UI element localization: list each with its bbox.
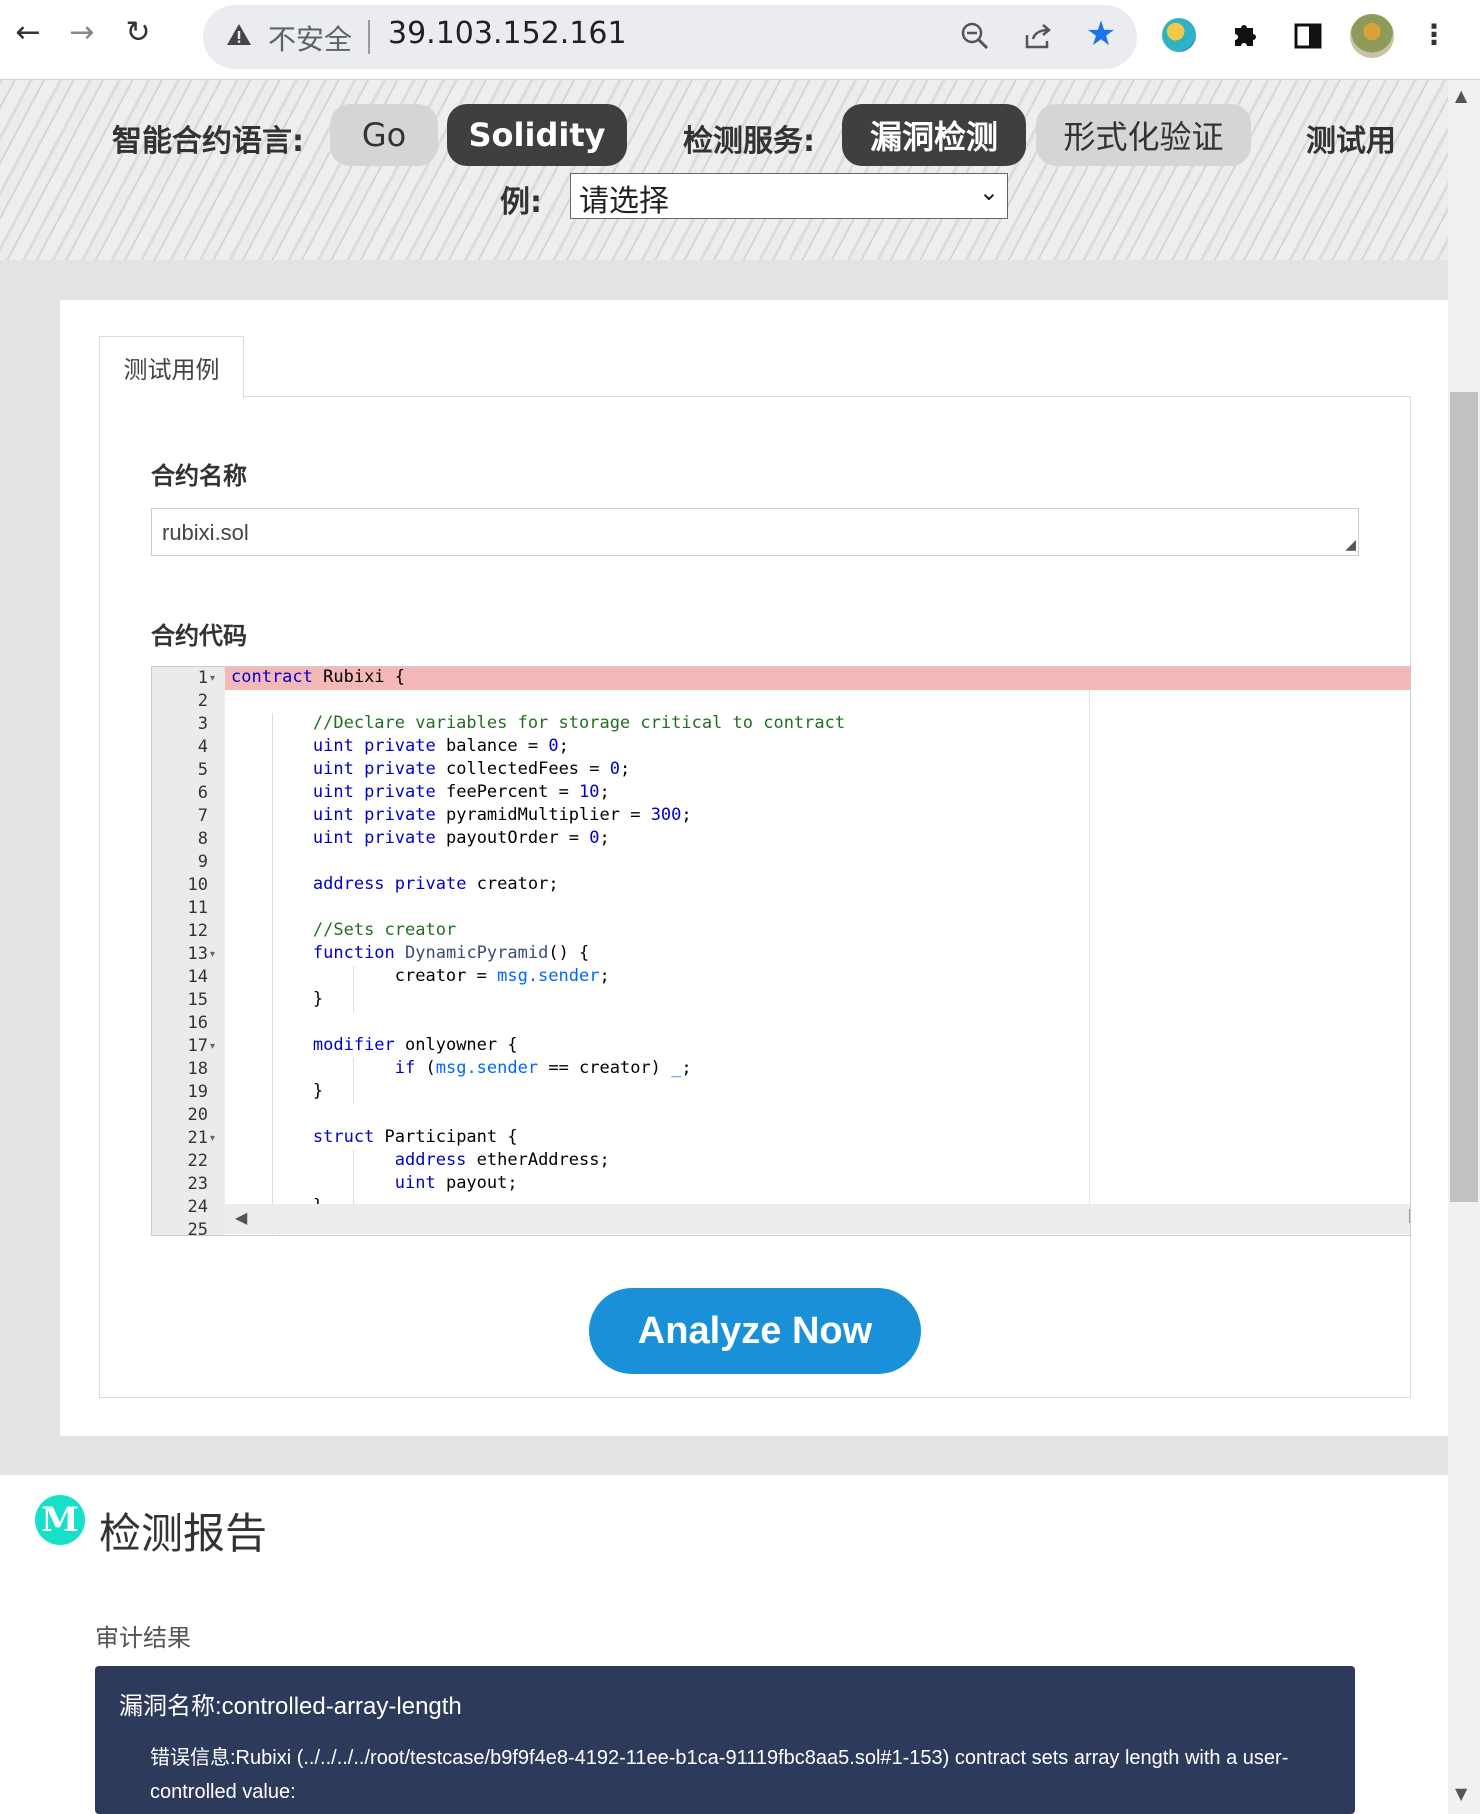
scroll-up-icon[interactable]: ▲ (1455, 86, 1467, 105)
scroll-down-icon[interactable]: ▼ (1455, 1784, 1467, 1803)
chevron-down-icon: ⌄ (978, 178, 999, 206)
bookmark-star-icon[interactable]: ★ (1081, 14, 1121, 54)
code-line: //Declare variables for storage critical… (312, 713, 846, 733)
line-number-gutter: 1 ▾ 2 3 4 5 6 7 8 9 10 11 12 13 ▾ 14 15 16 17 ▾ 18 19 20 21 ▾ 22 2… (152, 667, 225, 1236)
contract-name-input[interactable]: rubixi.sol ◢ (151, 508, 1359, 556)
indent-guide (353, 1058, 355, 1104)
audit-result-label: 审计结果 (95, 1624, 191, 1652)
browser-toolbar: ← → ↻ 不安全 39.103.152.161 ★ ⋮ (0, 0, 1480, 80)
line-number: 3 (197, 714, 208, 734)
code-line: uint private feePercent = 10; (312, 782, 610, 802)
code-line: uint private balance = 0; (312, 736, 569, 756)
line-number: 25 (187, 1220, 208, 1236)
line-number: 5 (197, 760, 208, 780)
indent-guide (353, 966, 355, 1012)
vulnerability-name: 漏洞名称:controlled-array-length (119, 1693, 462, 1720)
back-arrow-icon[interactable]: ← (8, 12, 48, 52)
address-separator (368, 20, 370, 54)
fold-arrow-icon[interactable]: ▾ (210, 1035, 215, 1058)
vulnerability-card: 漏洞名称:controlled-array-length 错误信息:Rubixi… (95, 1666, 1355, 1814)
code-line: //Sets creator (312, 920, 457, 940)
line-number: 1 (197, 668, 208, 688)
profile-avatar[interactable] (1350, 14, 1394, 58)
code-line: } (231, 989, 324, 1009)
line-number: 19 (187, 1082, 208, 1102)
error-message: 错误信息:Rubixi (../../../../root/testcase/b… (150, 1747, 1289, 1803)
line-number: 9 (197, 852, 208, 872)
line-number: 16 (187, 1013, 208, 1033)
scroll-right-marker (1409, 1209, 1410, 1223)
testcase-label-cont: 例: (500, 185, 542, 220)
report-logo-icon: M (35, 1495, 85, 1545)
line-number: 12 (187, 921, 208, 941)
line-number: 23 (187, 1174, 208, 1194)
language-label: 智能合约语言: (112, 124, 304, 159)
code-line: address etherAddress; (394, 1150, 610, 1170)
line-number: 11 (187, 898, 208, 918)
menu-dots-icon[interactable]: ⋮ (1414, 14, 1454, 54)
line-number: 2 (197, 691, 208, 711)
code-line: function DynamicPyramid() { (312, 943, 590, 963)
resize-handle-icon[interactable]: ◢ (1345, 536, 1356, 553)
fold-arrow-icon[interactable]: ▾ (210, 943, 215, 966)
code-line: creator = msg.sender; (231, 966, 610, 986)
line-number: 24 (187, 1197, 208, 1217)
line-number: 22 (187, 1151, 208, 1171)
testcase-select[interactable]: 请选择 ⌄ (570, 173, 1008, 219)
url-text[interactable]: 39.103.152.161 (388, 16, 627, 51)
report-title: 检测报告 (99, 1509, 268, 1558)
line-number: 17 (187, 1036, 208, 1056)
testcase-label: 测试用 (1306, 124, 1396, 159)
warning-icon[interactable] (225, 21, 255, 51)
line-number: 8 (197, 829, 208, 849)
service-formal-verify-button[interactable]: 形式化验证 (1036, 104, 1251, 166)
scroll-left-icon[interactable]: ◀ (235, 1208, 247, 1227)
code-line: uint private collectedFees = 0; (312, 759, 631, 779)
code-line: address private creator; (312, 874, 559, 894)
line-number: 6 (197, 783, 208, 803)
language-go-button[interactable]: Go (330, 104, 438, 166)
line-number: 14 (187, 967, 208, 987)
share-icon[interactable] (1018, 16, 1058, 56)
reload-icon[interactable]: ↻ (118, 12, 158, 52)
side-panel-icon[interactable] (1288, 16, 1328, 56)
line-number: 15 (187, 990, 208, 1010)
extension-logo-icon[interactable] (1162, 18, 1196, 52)
line-number: 21 (187, 1128, 208, 1148)
horizontal-scrollbar[interactable]: ◀ (225, 1204, 1410, 1234)
tab-testcase[interactable]: 测试用例 (99, 336, 244, 398)
service-label: 检测服务: (683, 124, 815, 159)
contract-name-value: rubixi.sol (162, 520, 249, 545)
line-number: 4 (197, 737, 208, 757)
line-number: 7 (197, 806, 208, 826)
line-number: 18 (187, 1059, 208, 1079)
code-line: contract Rubixi { (231, 667, 406, 687)
code-editor[interactable]: 1 ▾ 2 3 4 5 6 7 8 9 10 11 12 13 ▾ 14 15 16 17 ▾ 18 19 20 21 ▾ 22 2… (151, 666, 1411, 1236)
code-line: uint private pyramidMultiplier = 300; (312, 805, 692, 825)
fold-arrow-icon[interactable]: ▾ (210, 667, 215, 690)
testcase-select-value: 请选择 (579, 184, 669, 219)
code-line: modifier onlyowner { (312, 1035, 518, 1055)
fold-arrow-icon[interactable]: ▾ (210, 1127, 215, 1150)
page-scrollbar-thumb[interactable] (1450, 392, 1478, 1202)
code-line: if (msg.sender == creator) _; (394, 1058, 692, 1078)
line-number: 20 (187, 1105, 208, 1125)
indent-guide (271, 713, 273, 1235)
extensions-puzzle-icon[interactable] (1225, 14, 1265, 54)
contract-code-label: 合约代码 (151, 622, 247, 650)
line-number: 10 (187, 875, 208, 895)
insecure-label[interactable]: 不安全 (268, 18, 352, 58)
zoom-icon[interactable] (955, 16, 995, 56)
language-solidity-button[interactable]: Solidity (447, 104, 627, 166)
contract-name-label: 合约名称 (151, 462, 247, 490)
code-line: uint payout; (394, 1173, 518, 1193)
code-line: } (231, 1081, 324, 1101)
analyze-now-button[interactable]: Analyze Now (589, 1288, 921, 1374)
forward-arrow-icon[interactable]: → (62, 12, 102, 52)
service-vuln-detect-button[interactable]: 漏洞检测 (842, 104, 1026, 166)
code-line: uint private payoutOrder = 0; (312, 828, 610, 848)
line-number: 13 (187, 944, 208, 964)
code-line: struct Participant { (312, 1127, 518, 1147)
code-area[interactable]: contract Rubixi { //Declare variables fo… (225, 667, 1410, 1235)
